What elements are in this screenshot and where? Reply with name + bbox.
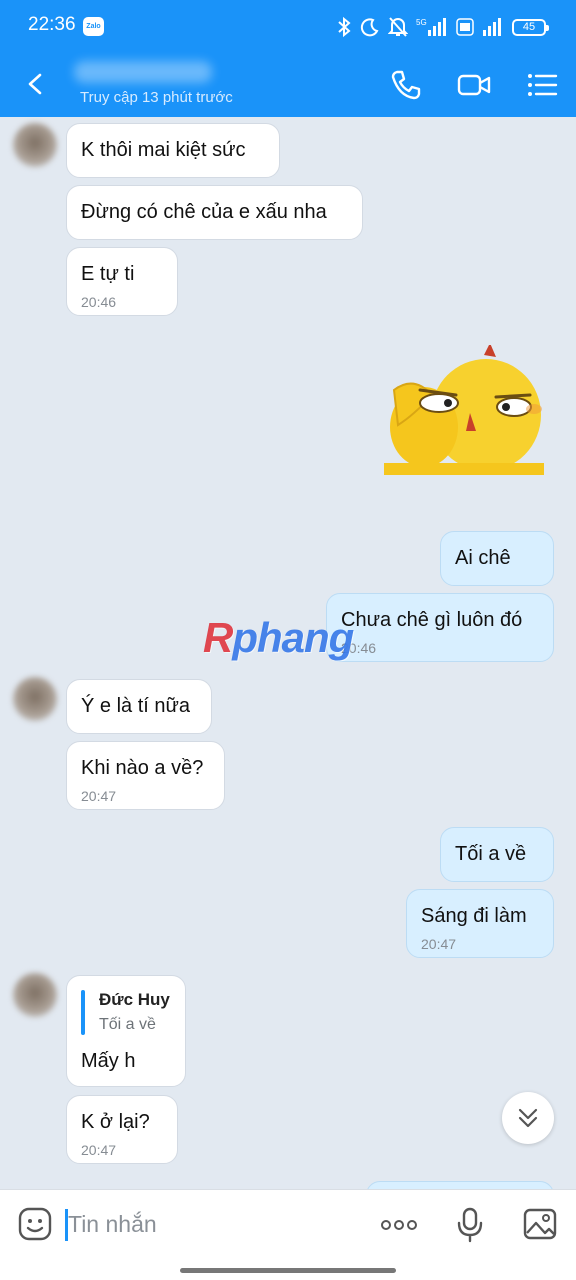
message-bubble-outgoing[interactable]: Chưa chê gì luôn đó 20:46	[326, 593, 554, 662]
bell-muted-icon	[388, 17, 408, 37]
contact-avatar[interactable]	[13, 123, 57, 167]
message-text: K ở lại?	[81, 1111, 150, 1133]
message-text: Sáng đi làm	[421, 905, 527, 927]
moon-icon	[360, 18, 379, 37]
system-icons: 5G 45	[336, 14, 549, 40]
zalo-notification-icon: Zalo	[83, 17, 104, 36]
watermark-first-letter: R	[203, 614, 233, 661]
message-time: 20:47	[81, 788, 117, 804]
scroll-to-bottom-button[interactable]	[502, 1092, 554, 1144]
bluetooth-icon	[338, 16, 351, 38]
chat-header: Truy cập 13 phút trước	[0, 54, 576, 117]
battery-icon: 45	[512, 18, 549, 36]
message-text: Ai chê	[455, 547, 511, 569]
message-text: E tự ti	[81, 263, 135, 285]
message-bubble-incoming[interactable]: E tự ti 20:46	[66, 247, 178, 316]
contact-avatar[interactable]	[13, 677, 57, 721]
status-bar: 22:36 Zalo 5G 45	[0, 0, 576, 54]
phone-call-icon[interactable]	[389, 68, 423, 102]
double-chevron-down-icon	[518, 1108, 538, 1128]
quote-bar	[81, 990, 85, 1035]
back-arrow-icon[interactable]	[22, 70, 50, 98]
composer-bar: Tin nhắn	[0, 1189, 576, 1280]
message-bubble-incoming[interactable]: K ở lại? 20:47	[66, 1095, 178, 1164]
message-input[interactable]: Tin nhắn	[68, 1211, 157, 1238]
message-bubble-outgoing[interactable]: Tối a về	[440, 827, 554, 882]
more-options-icon[interactable]	[380, 1218, 418, 1232]
message-time: 20:47	[421, 936, 457, 952]
contact-name-blurred[interactable]	[74, 61, 212, 83]
volte-icon	[456, 18, 474, 36]
message-text: Tối a về	[455, 843, 527, 865]
message-bubble-outgoing[interactable]: Sáng đi làm 20:47	[406, 889, 554, 958]
signal-5g-icon: 5G	[416, 18, 446, 36]
message-bubble-incoming[interactable]: Ý e là tí nữa	[66, 679, 212, 734]
message-text: Khi nào a về?	[81, 757, 204, 779]
message-bubble-incoming[interactable]: K thôi mai kiệt sức	[66, 123, 280, 178]
quoted-sender: Đức Huy	[99, 990, 170, 1009]
emoji-sticker-icon[interactable]	[18, 1207, 52, 1241]
yellow-chick-sticker[interactable]	[384, 345, 544, 475]
svg-text:5G: 5G	[416, 18, 427, 27]
message-text: Mấy h	[81, 1050, 136, 1072]
menu-list-icon[interactable]	[525, 68, 559, 102]
message-bubble-outgoing[interactable]: Ai chê	[440, 531, 554, 586]
message-bubble-incoming[interactable]: Đừng có chê của e xấu nha	[66, 185, 363, 240]
message-text: Ý e là tí nữa	[81, 695, 191, 717]
microphone-icon[interactable]	[456, 1207, 484, 1243]
signal-icon	[483, 18, 501, 36]
message-bubble-incoming[interactable]: Khi nào a về? 20:47	[66, 741, 225, 810]
message-text: Chưa chê gì luôn đó	[341, 609, 523, 631]
status-time: 22:36	[28, 14, 76, 35]
message-bubble-reply[interactable]: Đức Huy Tối a về Mấy h	[66, 975, 186, 1087]
image-gallery-icon[interactable]	[523, 1208, 557, 1240]
home-indicator	[180, 1268, 396, 1273]
message-text: K thôi mai kiệt sức	[81, 139, 246, 161]
message-list[interactable]: K thôi mai kiệt sức Đừng có chê của e xấ…	[0, 117, 576, 1189]
video-call-icon[interactable]	[457, 68, 491, 102]
quoted-text: Tối a về	[99, 1016, 156, 1033]
contact-avatar[interactable]	[13, 973, 57, 1017]
message-time: 20:46	[81, 294, 117, 310]
watermark-logo: Rphang	[203, 614, 354, 662]
message-time: 20:47	[81, 1142, 117, 1158]
message-bubble-partial[interactable]	[366, 1181, 554, 1189]
watermark-rest: phang	[232, 614, 354, 661]
message-text: Đừng có chê của e xấu nha	[81, 201, 327, 223]
last-seen-status: Truy cập 13 phút trước	[80, 89, 233, 106]
